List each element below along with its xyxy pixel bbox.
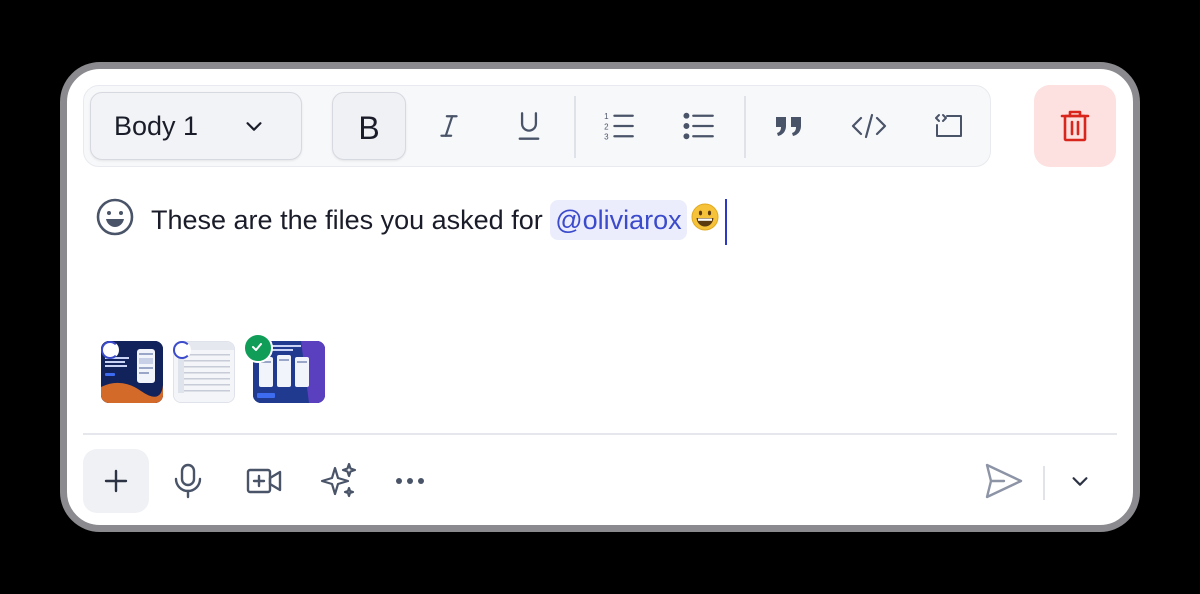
bold-button[interactable]: B: [332, 92, 406, 160]
bulleted-list-button[interactable]: [662, 92, 736, 160]
emoji-picker-button[interactable]: [95, 197, 135, 237]
embed-icon: [935, 114, 962, 137]
add-button[interactable]: [83, 449, 149, 513]
upload-complete-check-icon: [243, 333, 273, 363]
code-icon: [851, 113, 887, 139]
uploading-spinner-icon: [101, 341, 119, 359]
italic-button[interactable]: [412, 92, 486, 160]
toolbar-divider: [574, 96, 576, 158]
underline-icon: [518, 112, 540, 140]
send-divider: [1043, 466, 1045, 500]
plus-icon: [104, 469, 128, 493]
code-button[interactable]: [832, 92, 906, 160]
microphone-icon: [174, 463, 202, 499]
delete-button[interactable]: [1034, 85, 1116, 167]
numbered-list-button[interactable]: 12 3: [582, 92, 656, 160]
message-text: These are the files you asked for: [151, 205, 551, 236]
text-cursor: [724, 199, 727, 245]
more-icon: [396, 478, 424, 484]
text-style-label: Body 1: [114, 111, 199, 141]
emoji-icon: [96, 198, 134, 236]
svg-text:3: 3: [604, 133, 609, 141]
video-button[interactable]: [231, 449, 297, 513]
message-composer: Body 1 B 12 3 These are the files you ask…: [60, 62, 1140, 532]
composer-divider: [83, 433, 1117, 435]
quote-button[interactable]: [752, 92, 826, 160]
grinning-emoji-icon: [691, 202, 719, 242]
user-mention[interactable]: @oliviarox: [550, 200, 687, 241]
voice-input-button[interactable]: [155, 449, 221, 513]
trash-icon: [1060, 110, 1090, 142]
underline-button[interactable]: [492, 92, 566, 160]
ai-assist-button[interactable]: [305, 449, 371, 513]
italic-icon: [440, 115, 458, 137]
svg-text:2: 2: [604, 122, 609, 131]
embed-button[interactable]: [912, 92, 986, 160]
chevron-down-icon: [246, 122, 262, 131]
formatting-toolbar: Body 1 B 12 3: [83, 85, 991, 167]
send-icon: [985, 463, 1023, 499]
svg-text:1: 1: [604, 112, 609, 121]
uploading-spinner-icon: [173, 341, 191, 359]
text-style-select[interactable]: Body 1: [90, 92, 302, 160]
video-icon: [246, 468, 282, 494]
send-button[interactable]: [971, 449, 1037, 513]
chevron-down-icon: [1072, 477, 1088, 486]
quote-icon: [776, 117, 801, 136]
message-input[interactable]: These are the files you asked for @olivi…: [151, 199, 727, 245]
numbered-list-icon: 12 3: [604, 112, 634, 141]
send-options-button[interactable]: [1047, 449, 1113, 513]
bulleted-list-icon: [683, 112, 714, 140]
sparkles-icon: [320, 462, 357, 498]
more-options-button[interactable]: [377, 449, 443, 513]
toolbar-divider: [744, 96, 746, 158]
bold-icon: B: [358, 110, 380, 146]
